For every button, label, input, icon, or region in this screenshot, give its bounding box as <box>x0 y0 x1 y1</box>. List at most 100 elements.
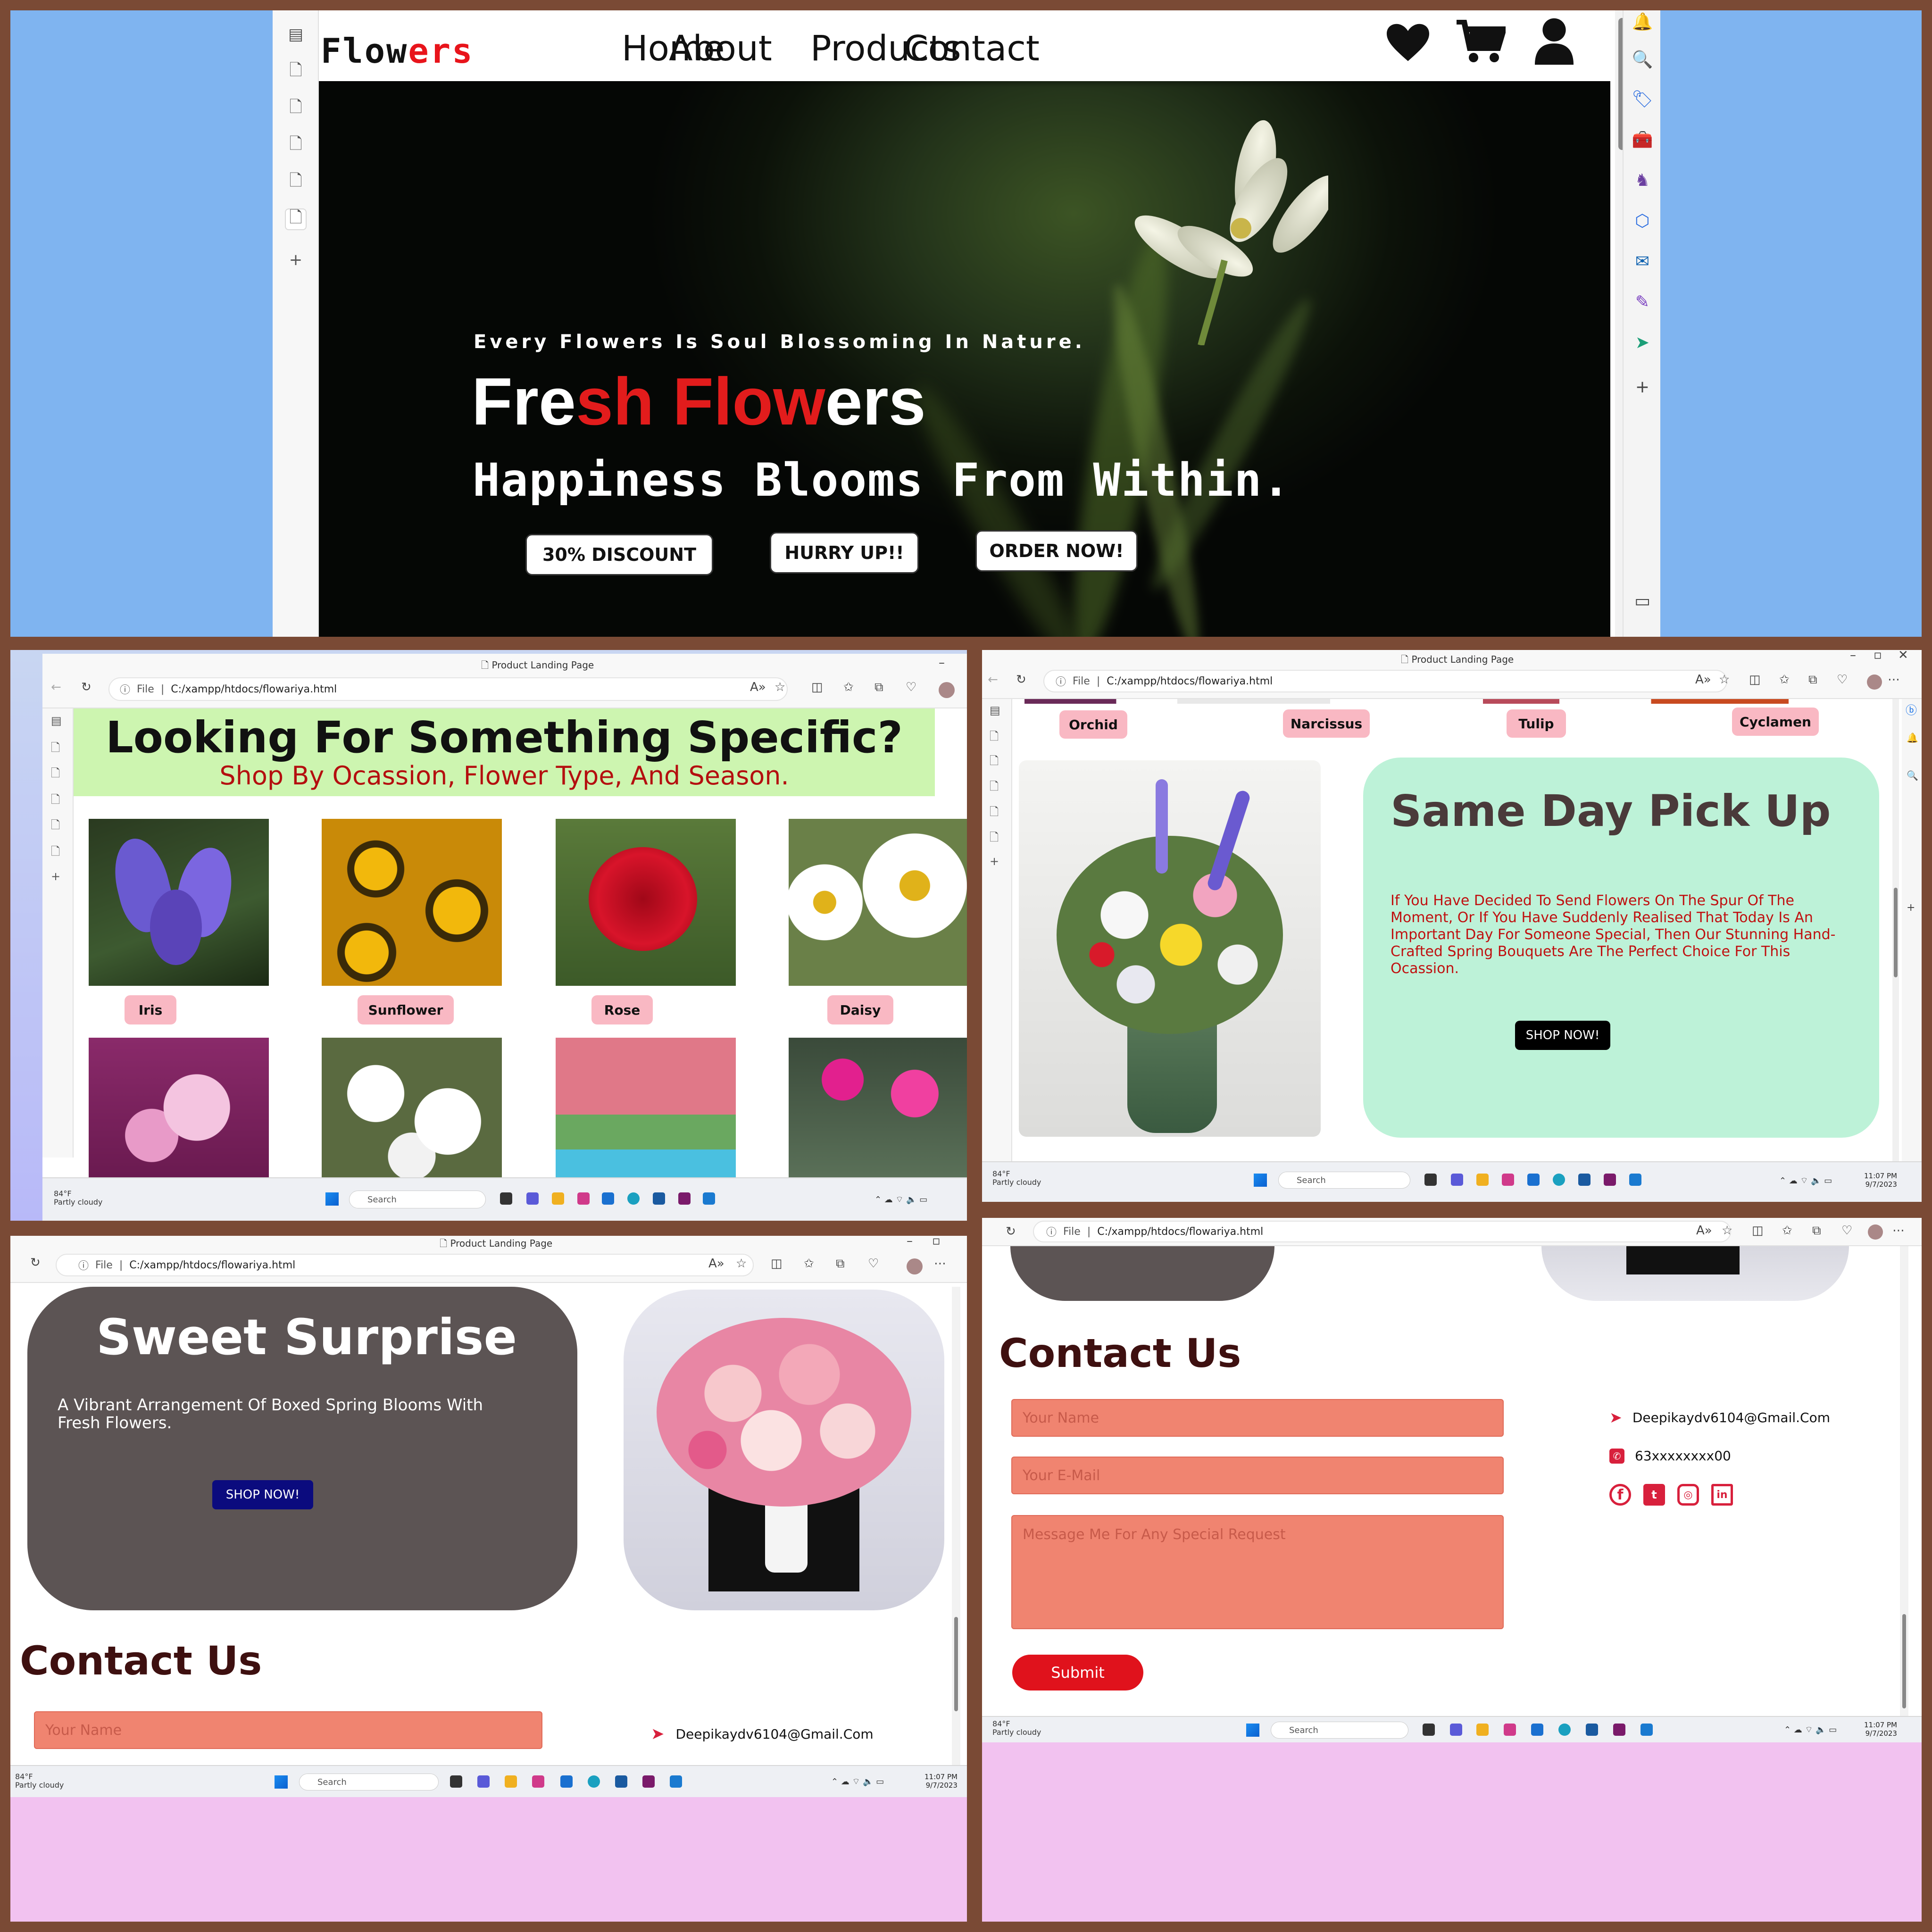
collections-icon[interactable]: ⧉ <box>1812 1224 1821 1238</box>
rose-label[interactable]: Rose <box>591 995 653 1024</box>
favorite-star-icon[interactable]: ☆ <box>774 680 785 694</box>
system-tray-icons[interactable]: ⌃ ☁ ⌔ 🔈 ▭ <box>831 1776 884 1787</box>
sunflower-label[interactable]: Sunflower <box>358 995 454 1024</box>
weather-widget[interactable]: 84°F Partly cloudy <box>992 1720 1041 1737</box>
taskbar-search[interactable]: Search <box>349 1191 486 1208</box>
read-aloud-icon[interactable]: A» <box>708 1257 724 1271</box>
address-bar[interactable]: ⓘ File | C:/xampp/htdocs/flowariya.html <box>108 677 788 701</box>
task-view-icon[interactable] <box>450 1775 462 1788</box>
tag-icon[interactable]: 🏷 <box>1631 88 1654 110</box>
favorite-star-icon[interactable]: ☆ <box>736 1257 747 1271</box>
instagram-app-icon[interactable] <box>1504 1724 1516 1736</box>
hurry-up-button[interactable]: HURRY UP!! <box>770 532 919 574</box>
taskbar-clock[interactable]: 11:07 PM 9/7/2023 <box>924 1773 958 1790</box>
email-input[interactable]: Your E-Mail <box>1011 1457 1504 1494</box>
scrollbar-thumb[interactable] <box>1894 888 1898 977</box>
collections-icon[interactable]: ⧉ <box>1808 673 1817 687</box>
active-tab-page-icon[interactable]: 🗋 <box>285 208 307 230</box>
back-icon[interactable]: ← <box>51 680 61 694</box>
chat-icon[interactable] <box>477 1775 490 1788</box>
file-explorer-icon[interactable] <box>552 1192 564 1205</box>
message-textarea[interactable]: Message Me For Any Special Request <box>1011 1515 1504 1629</box>
tulip-photo[interactable] <box>556 1038 736 1177</box>
outlook-icon[interactable]: ✉ <box>1631 250 1654 273</box>
send-icon[interactable]: ➤ <box>1631 331 1654 354</box>
read-aloud-icon[interactable]: A» <box>1696 1224 1712 1238</box>
maximize-icon[interactable]: ▫ <box>1874 650 1882 662</box>
tab-page-icon[interactable]: 🗋 <box>285 98 307 120</box>
tab-page-icon[interactable]: 🗋 <box>990 728 999 748</box>
name-input[interactable]: Your Name <box>1011 1399 1504 1437</box>
profile-avatar[interactable] <box>907 1258 923 1274</box>
heart-icon[interactable] <box>1387 24 1429 63</box>
taskbar-clock[interactable]: 11:07 PM 9/7/2023 <box>1864 1172 1897 1189</box>
favorites-icon[interactable]: ✩ <box>1779 673 1790 687</box>
extensions-icon[interactable]: ♡ <box>906 680 916 694</box>
active-tab-page-icon[interactable]: 🗋 <box>51 843 60 863</box>
orchid-label[interactable]: Orchid <box>1059 710 1127 739</box>
tab-page-icon[interactable]: 🗋 <box>285 61 307 83</box>
search-icon[interactable]: 🔍 <box>1631 48 1654 71</box>
tab-page-icon[interactable]: 🗋 <box>990 778 999 798</box>
favorite-star-icon[interactable]: ☆ <box>1722 1224 1732 1238</box>
toolbox-icon[interactable]: 🧰 <box>1631 128 1654 151</box>
iris-photo[interactable] <box>89 819 269 986</box>
cart-icon[interactable] <box>1457 20 1506 65</box>
twitter-icon[interactable]: t <box>1643 1484 1665 1506</box>
refresh-icon[interactable]: ↻ <box>1016 673 1026 687</box>
store-app-icon[interactable] <box>615 1775 627 1788</box>
same-day-shop-button[interactable]: SHOP NOW! <box>1515 1021 1610 1050</box>
contact-email[interactable]: ➤ Deepikaydv6104@Gmail.Com <box>1609 1408 1830 1426</box>
name-input[interactable]: Your Name <box>34 1711 542 1749</box>
refresh-icon[interactable]: ↻ <box>81 680 92 694</box>
tulip-label[interactable]: Tulip <box>1507 709 1566 738</box>
add-sidebar-app-icon[interactable]: + <box>1907 902 1915 914</box>
edge-app-icon[interactable] <box>1553 1174 1565 1186</box>
edge-app-icon[interactable] <box>588 1775 600 1788</box>
mail-app-icon[interactable] <box>560 1775 573 1788</box>
terminal-app-icon[interactable] <box>1613 1724 1625 1736</box>
split-screen-icon[interactable]: ◫ <box>811 680 823 694</box>
copilot-icon[interactable]: ⓑ <box>1906 701 1917 717</box>
address-bar[interactable]: ⓘ File | C:/xampp/htdocs/flowariya.html <box>1033 1221 1731 1242</box>
task-view-icon[interactable] <box>1424 1174 1437 1186</box>
store-app-icon[interactable] <box>1586 1724 1598 1736</box>
close-icon[interactable]: ✕ <box>1898 650 1908 662</box>
linkedin-icon[interactable]: in <box>1711 1484 1733 1506</box>
chat-icon[interactable] <box>526 1192 539 1205</box>
weather-widget[interactable]: 84°F Partly cloudy <box>54 1190 102 1207</box>
edge-app-icon[interactable] <box>627 1192 640 1205</box>
tab-page-icon[interactable]: 🗋 <box>51 791 60 811</box>
terminal-app-icon[interactable] <box>678 1192 691 1205</box>
mail-app-icon[interactable] <box>602 1192 614 1205</box>
contact-phone[interactable]: ✆ 63xxxxxxxx00 <box>1609 1448 1731 1464</box>
copilot-icon[interactable]: ⬡ <box>1631 209 1654 232</box>
store-app-icon[interactable] <box>1578 1174 1591 1186</box>
sidebar-toggle-icon[interactable]: ▤ <box>285 24 307 45</box>
favorite-star-icon[interactable]: ☆ <box>1719 673 1730 687</box>
cyclamen-photo[interactable] <box>789 1038 967 1177</box>
tab-page-icon[interactable]: 🗋 <box>51 740 60 759</box>
tab-page-icon[interactable]: 🗋 <box>990 804 999 823</box>
split-screen-icon[interactable]: ◫ <box>771 1257 783 1271</box>
split-screen-icon[interactable]: ◫ <box>1749 673 1761 687</box>
file-explorer-icon[interactable] <box>1476 1724 1489 1736</box>
tab-page-icon[interactable]: 🗋 <box>285 134 307 157</box>
sunflower-photo[interactable] <box>322 819 502 986</box>
instagram-app-icon[interactable] <box>577 1192 590 1205</box>
bell-icon[interactable]: 🔔 <box>1631 10 1654 33</box>
new-tab-plus-icon[interactable]: + <box>51 870 60 883</box>
weather-widget[interactable]: 84°F Partly cloudy <box>992 1170 1041 1187</box>
sidebar-toggle-icon[interactable]: ▤ <box>51 714 62 727</box>
discount-button[interactable]: 30% DISCOUNT <box>525 534 713 575</box>
profile-avatar[interactable] <box>1868 1224 1883 1240</box>
instagram-app-icon[interactable] <box>1502 1174 1514 1186</box>
maximize-icon[interactable]: ▫ <box>932 1236 941 1248</box>
profile-avatar[interactable] <box>1867 675 1882 690</box>
new-tab-plus-icon[interactable]: + <box>285 249 307 271</box>
nav-contact[interactable]: Contact <box>904 28 1040 69</box>
daisy-label[interactable]: Daisy <box>827 995 893 1024</box>
narcissus-photo[interactable] <box>322 1038 502 1177</box>
page-scrollbar[interactable] <box>952 1287 960 1797</box>
more-menu-icon[interactable]: ⋯ <box>934 1257 946 1271</box>
